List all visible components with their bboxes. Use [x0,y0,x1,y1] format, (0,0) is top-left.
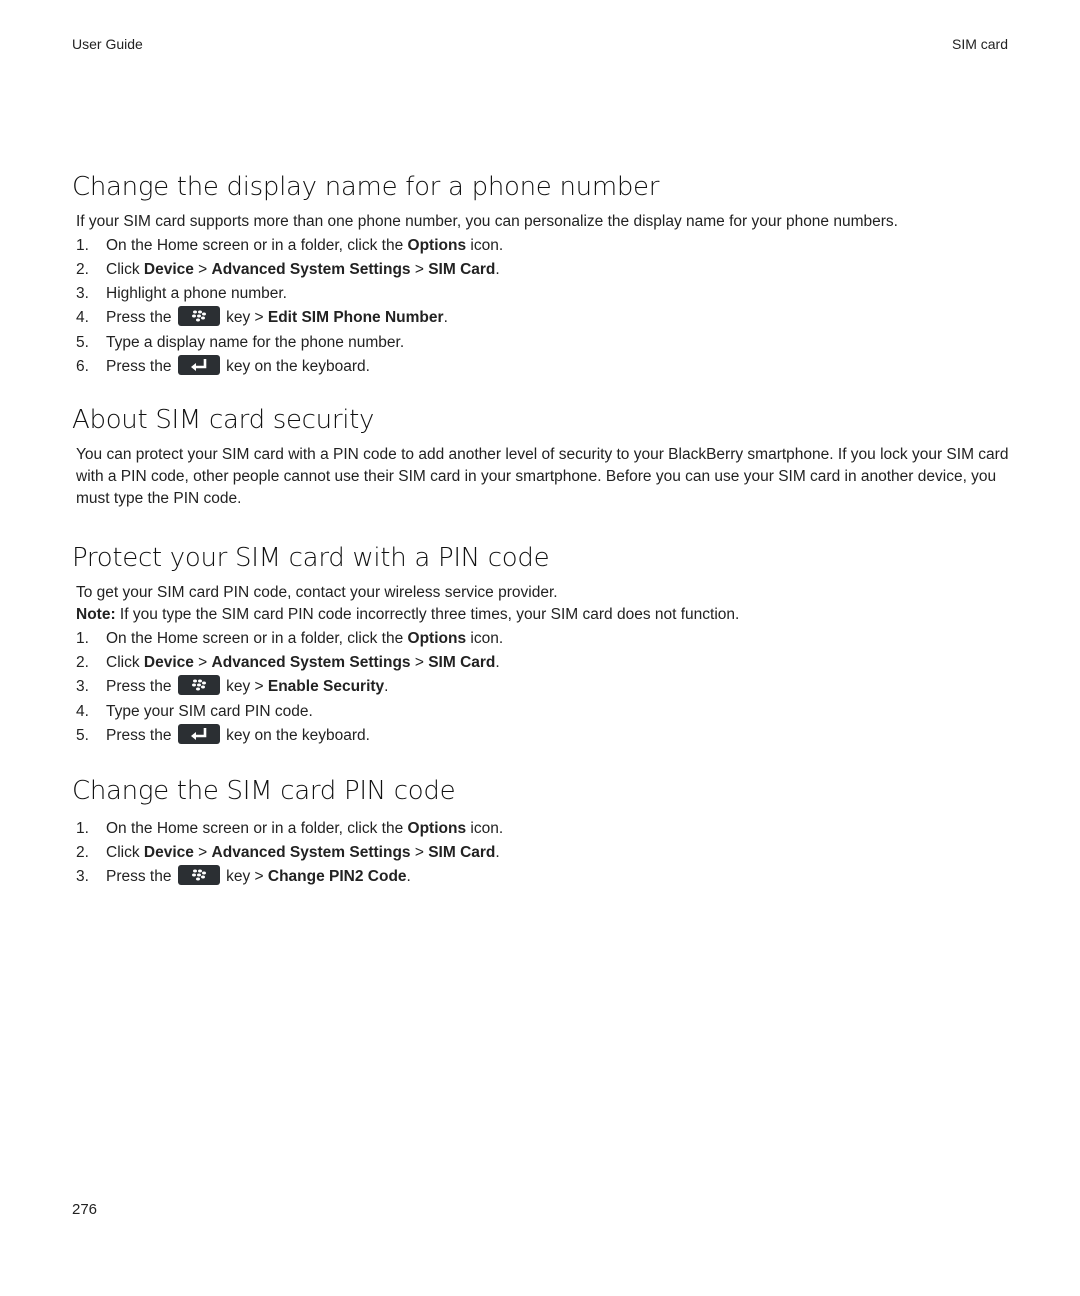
section-heading: Change the display name for a phone numb… [72,172,660,202]
step-item: 3. Press the key > Enable Security. [72,674,1012,700]
step-item: 4. Type your SIM card PIN code. [76,703,313,720]
section-heading: Protect your SIM card with a PIN code [72,543,550,573]
step-item: 2. Click Device > Advanced System Setting… [76,654,500,671]
step-item: 2. Click Device > Advanced System Setting… [76,261,500,278]
step-item: 3. Press the key > Change PIN2 Code. [72,864,1012,890]
page-number: 276 [72,1201,98,1218]
section-protect-sim-pin: Protect your SIM card with a PIN code To… [72,543,1012,749]
step-item: 6. Press the key on the keyboard. [72,354,1012,380]
step-item: 3. Highlight a phone number. [76,285,287,302]
section-intro: If your SIM card supports more than one … [76,213,898,230]
menu-key-icon [177,674,220,695]
section-heading: Change the SIM card PIN code [72,776,456,806]
step-item: 1. On the Home screen or in a folder, cli… [76,630,504,647]
section-intro: You can protect your SIM card with a PIN… [76,446,1009,507]
section-change-display-name: Change the display name for a phone numb… [72,172,1012,380]
section-about-sim-security: About SIM card security You can protect … [72,405,1012,510]
step-item: 5. Type a display name for the phone numb… [76,334,405,351]
header-doc-title: User Guide [72,36,143,52]
step-item: 2. Click Device > Advanced System Setting… [76,844,500,861]
header-chapter-title: SIM card [951,36,1008,52]
enter-key-icon [177,354,220,375]
steps-list: 1. On the Home screen or in a folder, cli… [72,627,1012,749]
section-heading: About SIM card security [72,405,375,435]
menu-key-icon [177,305,220,326]
section-intro: To get your SIM card PIN code, contact y… [76,584,558,601]
enter-key-icon [177,723,220,744]
section-change-sim-pin: Change the SIM card PIN code 1. On the Ho… [72,776,1012,890]
step-item: 1. On the Home screen or in a folder, cli… [76,820,504,837]
step-item: 5. Press the key on the keyboard. [72,723,1012,749]
steps-list: 1. On the Home screen or in a folder, cli… [72,234,1012,380]
step-item: 4. Press the key > Edit SIM Phone Number. [72,305,1012,331]
steps-list: 1. On the Home screen or in a folder, cli… [72,817,1012,890]
section-note: Note: If you type the SIM card PIN code … [76,606,740,623]
menu-key-icon [177,864,220,885]
step-item: 1. On the Home screen or in a folder, cli… [76,237,504,254]
